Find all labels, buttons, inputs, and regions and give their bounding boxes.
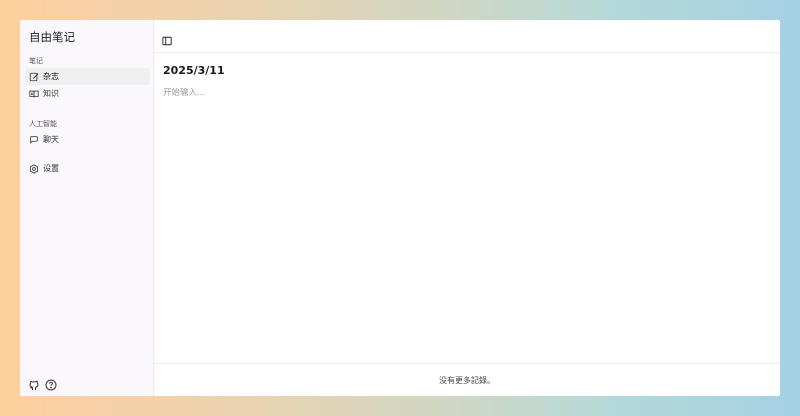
- no-more-records-text: 没有更多記錄。: [439, 375, 495, 385]
- main-panel: 2025/3/11 没有更多記錄。: [154, 20, 780, 396]
- sidebar-toggle-icon: [162, 36, 172, 46]
- sidebar-item-label: 知识: [43, 89, 59, 98]
- group-label-notes: 笔记: [29, 57, 43, 65]
- sidebar-item-settings[interactable]: 设置: [25, 160, 150, 177]
- book-icon: [29, 90, 39, 97]
- list-footer: 没有更多記錄。: [154, 363, 780, 396]
- toolbar: [154, 20, 780, 53]
- app-title: 自由笔记: [29, 30, 75, 44]
- sidebar-item-knowledge[interactable]: 知识: [25, 85, 150, 102]
- sidebar-toggle-button[interactable]: [162, 31, 172, 46]
- chat-icon: [30, 135, 38, 144]
- sidebar-item-chat[interactable]: 聊天: [25, 131, 150, 148]
- github-icon[interactable]: [28, 376, 40, 390]
- gear-icon: [30, 163, 38, 174]
- sidebar: 自由笔记 笔记 杂志 知识 人工智能 聊天 设置: [20, 20, 154, 396]
- sidebar-item-label: 杂志: [43, 72, 59, 81]
- help-icon[interactable]: [45, 376, 57, 391]
- note-editor-input[interactable]: [163, 88, 763, 98]
- edit-note-icon: [29, 72, 39, 81]
- sidebar-item-magazine[interactable]: 杂志: [25, 68, 150, 85]
- group-label-ai: 人工智能: [29, 120, 57, 128]
- note-date-title: 2025/3/11: [163, 64, 225, 77]
- sidebar-footer: [28, 376, 57, 391]
- sidebar-item-label: 聊天: [43, 135, 59, 144]
- app-window: 自由笔记 笔记 杂志 知识 人工智能 聊天 设置 2025/3/11 开始输入.…: [20, 20, 780, 396]
- sidebar-item-label: 设置: [43, 164, 59, 173]
